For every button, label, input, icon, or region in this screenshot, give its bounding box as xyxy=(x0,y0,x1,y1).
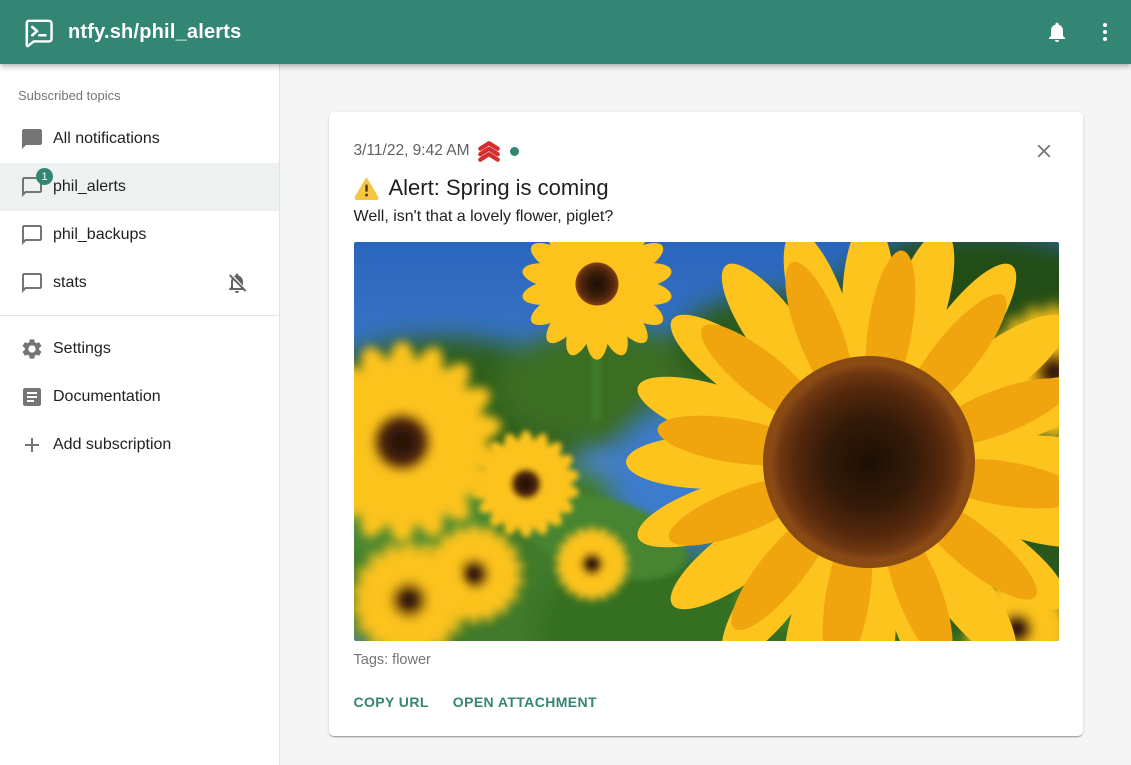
open-attachment-button[interactable]: OPEN ATTACHMENT xyxy=(453,694,597,710)
page-title: ntfy.sh/phil_alerts xyxy=(68,21,241,44)
notification-header: 3/11/22, 9:42 AM xyxy=(354,136,1059,166)
sidebar-item-label: Settings xyxy=(53,340,263,358)
warning-icon xyxy=(354,177,379,200)
gear-icon xyxy=(20,337,44,361)
article-icon xyxy=(20,385,44,409)
main-content: 3/11/22, 9:42 AM Alert: Spring is coming xyxy=(280,64,1131,765)
app-bar: ntfy.sh/phil_alerts xyxy=(0,0,1131,64)
sidebar-item-label: Documentation xyxy=(53,388,263,406)
sidebar-divider xyxy=(0,315,279,316)
notifications-button[interactable] xyxy=(1033,8,1081,56)
sidebar-item-label: Add subscription xyxy=(53,436,263,454)
sidebar-item-label: phil_backups xyxy=(53,226,263,244)
notification-tags: Tags: flower xyxy=(354,652,1059,668)
ntfy-logo-icon xyxy=(22,16,55,49)
notification-actions: COPY URL OPEN ATTACHMENT xyxy=(354,694,1059,710)
attachment-image[interactable] xyxy=(354,242,1059,641)
sidebar: Subscribed topics All notifications 1 ph… xyxy=(0,64,280,765)
sidebar-item-settings[interactable]: Settings xyxy=(0,325,279,373)
unread-count-badge: 1 xyxy=(36,168,53,185)
chat-bubble-filled-icon xyxy=(20,127,44,151)
chat-bubble-outline-icon: 1 xyxy=(20,175,44,199)
sidebar-item-documentation[interactable]: Documentation xyxy=(0,373,279,421)
kebab-menu-icon xyxy=(1093,20,1117,44)
chat-bubble-outline-icon xyxy=(20,223,44,247)
sidebar-item-label: stats xyxy=(53,274,225,292)
notification-card: 3/11/22, 9:42 AM Alert: Spring is coming xyxy=(329,112,1083,736)
sidebar-item-label: phil_alerts xyxy=(53,178,263,196)
priority-max-icon xyxy=(476,140,502,162)
notification-timestamp: 3/11/22, 9:42 AM xyxy=(354,142,470,160)
notification-body: Well, isn't that a lovely flower, piglet… xyxy=(354,208,1059,226)
sidebar-item-all-notifications[interactable]: All notifications xyxy=(0,115,279,163)
sidebar-item-phil-alerts[interactable]: 1 phil_alerts xyxy=(0,163,279,211)
sidebar-item-add-subscription[interactable]: Add subscription xyxy=(0,421,279,469)
chat-bubble-outline-icon xyxy=(20,271,44,295)
sidebar-item-label: All notifications xyxy=(53,130,263,148)
unread-dot xyxy=(510,147,519,156)
plus-icon xyxy=(20,433,44,457)
close-notification-button[interactable] xyxy=(1029,136,1059,166)
close-icon xyxy=(1033,140,1055,162)
bell-off-icon xyxy=(225,271,249,295)
sidebar-item-phil-backups[interactable]: phil_backups xyxy=(0,211,279,259)
bell-icon xyxy=(1045,20,1069,44)
subscribed-topics-heading: Subscribed topics xyxy=(0,64,279,115)
notification-title-row: Alert: Spring is coming xyxy=(354,175,1059,201)
sidebar-item-stats[interactable]: stats xyxy=(0,259,279,307)
overflow-menu-button[interactable] xyxy=(1081,8,1129,56)
notification-title: Alert: Spring is coming xyxy=(389,175,609,201)
copy-url-button[interactable]: COPY URL xyxy=(354,694,429,710)
